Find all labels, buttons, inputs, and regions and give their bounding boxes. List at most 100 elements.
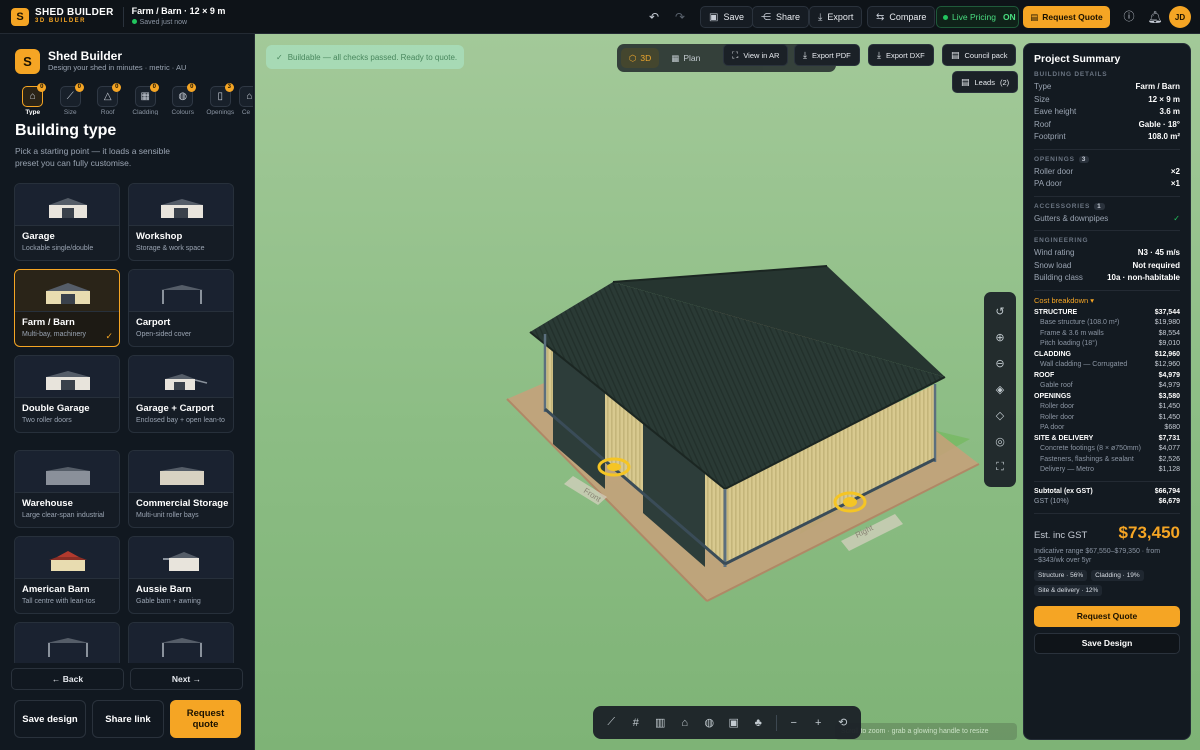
card-aussie-barn[interactable]: Aussie Barn Gable barn + awning [128,536,234,614]
brand-tagline: 3D BUILDER [35,17,87,24]
back-button[interactable]: ← Back [11,668,124,690]
saved-dot-icon [131,18,137,24]
export-pdf-button[interactable]: ⤓ Export PDF [794,44,860,66]
house-icon: ⌂ [29,91,36,102]
garage-thumbnail [15,184,119,226]
cost-line-row: Roller door $1,450 [1034,413,1180,424]
request-quote-button[interactable]: ▤ Request Quote [1023,6,1110,28]
cost-breakdown-toggle[interactable]: Cost breakdown ▾ [1034,296,1180,305]
step-more[interactable]: ⌂ Ce [239,86,253,115]
viewport-tools: ↺ ⊕ ⊖ ◈ ◇ ◎ ⛶ [984,292,1016,487]
summary-save-design-button[interactable]: Save Design [1034,632,1180,654]
compare-button[interactable]: ⇆ Compare [867,6,936,28]
export-button[interactable]: ⤓ Export [809,6,863,28]
cost-label: Wall cladding — Corrugated [1040,361,1128,368]
next-button[interactable]: Next → [130,668,243,690]
fullscreen-icon[interactable]: ⛶ [989,456,1011,478]
shed-thumb-icon [165,374,208,390]
reset-view-icon[interactable]: ↺ [989,300,1011,322]
save-button[interactable]: ▣ Save [700,6,753,28]
grid-icon[interactable]: # [626,712,647,734]
step-roof[interactable]: △ 0 Roof [89,83,127,115]
step-size[interactable]: ⟋ 0 Size [52,83,90,115]
export-dxf-button[interactable]: ⤓ Export DXF [868,44,934,66]
measure-icon[interactable]: ⟋ [601,712,622,734]
gst-value: $6,679 [1158,498,1180,505]
gst-row: GST (10%) $6,679 [1034,497,1180,508]
zoom-out-icon[interactable]: ⊖ [989,352,1011,374]
cost-value: $2,526 [1158,455,1180,463]
view-ar-button[interactable]: ⛶ View in AR [723,44,789,66]
export-dxf-label: Export DXF [885,50,925,60]
row-value: ×2 [1170,166,1180,176]
summary-request-quote-button[interactable]: Request Quote [1034,605,1180,627]
tab-plan[interactable]: ▦ Plan [663,48,708,68]
avatar[interactable]: JD [1169,6,1191,28]
save-design-button[interactable]: Save design [14,700,86,738]
card-american-barn[interactable]: American Barn Tall centre with lean-tos [14,536,120,614]
cost-label: STRUCTURE [1034,308,1078,316]
american-barn-thumbnail [15,537,119,579]
cost-label: PA door [1040,424,1065,431]
council-pack-button[interactable]: ▤ Council pack [942,44,1017,66]
card-garage[interactable]: Garage Lockable single/double [14,183,120,261]
request-quote-sidebar-button[interactable]: Request quote [170,700,241,738]
shed-thumb-icon [46,283,90,304]
card-more-2[interactable] [128,622,234,663]
globe-icon[interactable]: ◍ [699,712,720,734]
double-garage-thumbnail [15,356,119,398]
garage-carport-thumbnail [129,356,233,398]
house-icon[interactable]: ⌂ [675,712,696,734]
commercial-storage-thumbnail [129,451,233,493]
layers-icon[interactable]: ◈ [989,378,1011,400]
card-warehouse[interactable]: Warehouse Large clear-span industrial [14,450,120,528]
zoom-in-icon[interactable]: ⊕ [989,326,1011,348]
plus-icon[interactable]: + [808,712,829,734]
card-more-1[interactable] [14,622,120,663]
card-desc: Tall centre with lean-tos [22,598,96,605]
undo-icon[interactable]: ↶ [645,8,663,26]
tree-icon[interactable]: ♣ [748,712,769,734]
share-link-button[interactable]: Share link [92,700,164,738]
step-openings[interactable]: ▯ 3 Openings [202,83,240,115]
card-double-garage[interactable]: Double Garage Two roller doors [14,355,120,433]
card-desc: Two roller doors [22,417,72,424]
step-cladding[interactable]: ▦ 0 Cladding [127,83,165,115]
card-carport[interactable]: Carport Open-sided cover [128,269,234,347]
card-garage-carport[interactable]: Garage + Carport Enclosed bay + open lea… [128,355,234,433]
shed-thumb-icon [161,199,203,218]
accessories-heading: ACCESSORIES 1 [1034,202,1180,210]
minus-icon[interactable]: − [783,712,804,734]
cost-value: $680 [1164,424,1180,431]
cost-value: $4,077 [1158,445,1180,452]
live-pricing-toggle[interactable]: Live Pricing ON [936,6,1019,28]
chip-cladding: Cladding · 19% [1091,569,1144,581]
row-value: Not required [1132,260,1180,270]
openings-heading-text: OPENINGS [1034,155,1075,163]
summary-row: Building class 10a · non-habitable [1034,272,1180,285]
sidebar-title: Shed Builder [48,48,123,63]
card-farm-barn[interactable]: Farm / Barn Multi-bay, machinery ✓ [14,269,120,347]
layers-stack-icon[interactable]: ◇ [989,404,1011,426]
card-commercial-storage[interactable]: Commercial Storage Multi-unit roller bay… [128,450,234,528]
tab-3d[interactable]: ⬡ 3D [621,48,660,68]
grid-icon: ▦ [671,52,680,63]
brand: SHED BUILDER 3D BUILDER [35,7,114,26]
estimate-value: $73,450 [1118,522,1180,542]
building-icon[interactable]: ▥ [650,712,671,734]
palette-icon: ◍ [178,91,188,102]
rotate-icon[interactable]: ⟲ [832,712,853,734]
step-colours[interactable]: ◍ 0 Colours [164,83,202,115]
bell-icon[interactable]: 🔔︎ [1146,8,1164,26]
share-button[interactable]: ⋲ Share [752,6,810,28]
leads-button[interactable]: ▤ Leads (2) [952,71,1019,93]
redo-icon[interactable]: ↷ [671,8,689,26]
card-workshop[interactable]: Workshop Storage & work space [128,183,234,261]
camera-icon[interactable]: ◎ [989,430,1011,452]
image-icon[interactable]: ▣ [724,712,745,734]
step-count: 0 [37,83,47,92]
clipboard-icon: ▤ [961,76,970,87]
step-type[interactable]: ⌂ 0 Type [14,83,52,115]
cost-value: $8,554 [1158,329,1180,337]
help-icon[interactable]: ⓘ [1120,8,1138,26]
